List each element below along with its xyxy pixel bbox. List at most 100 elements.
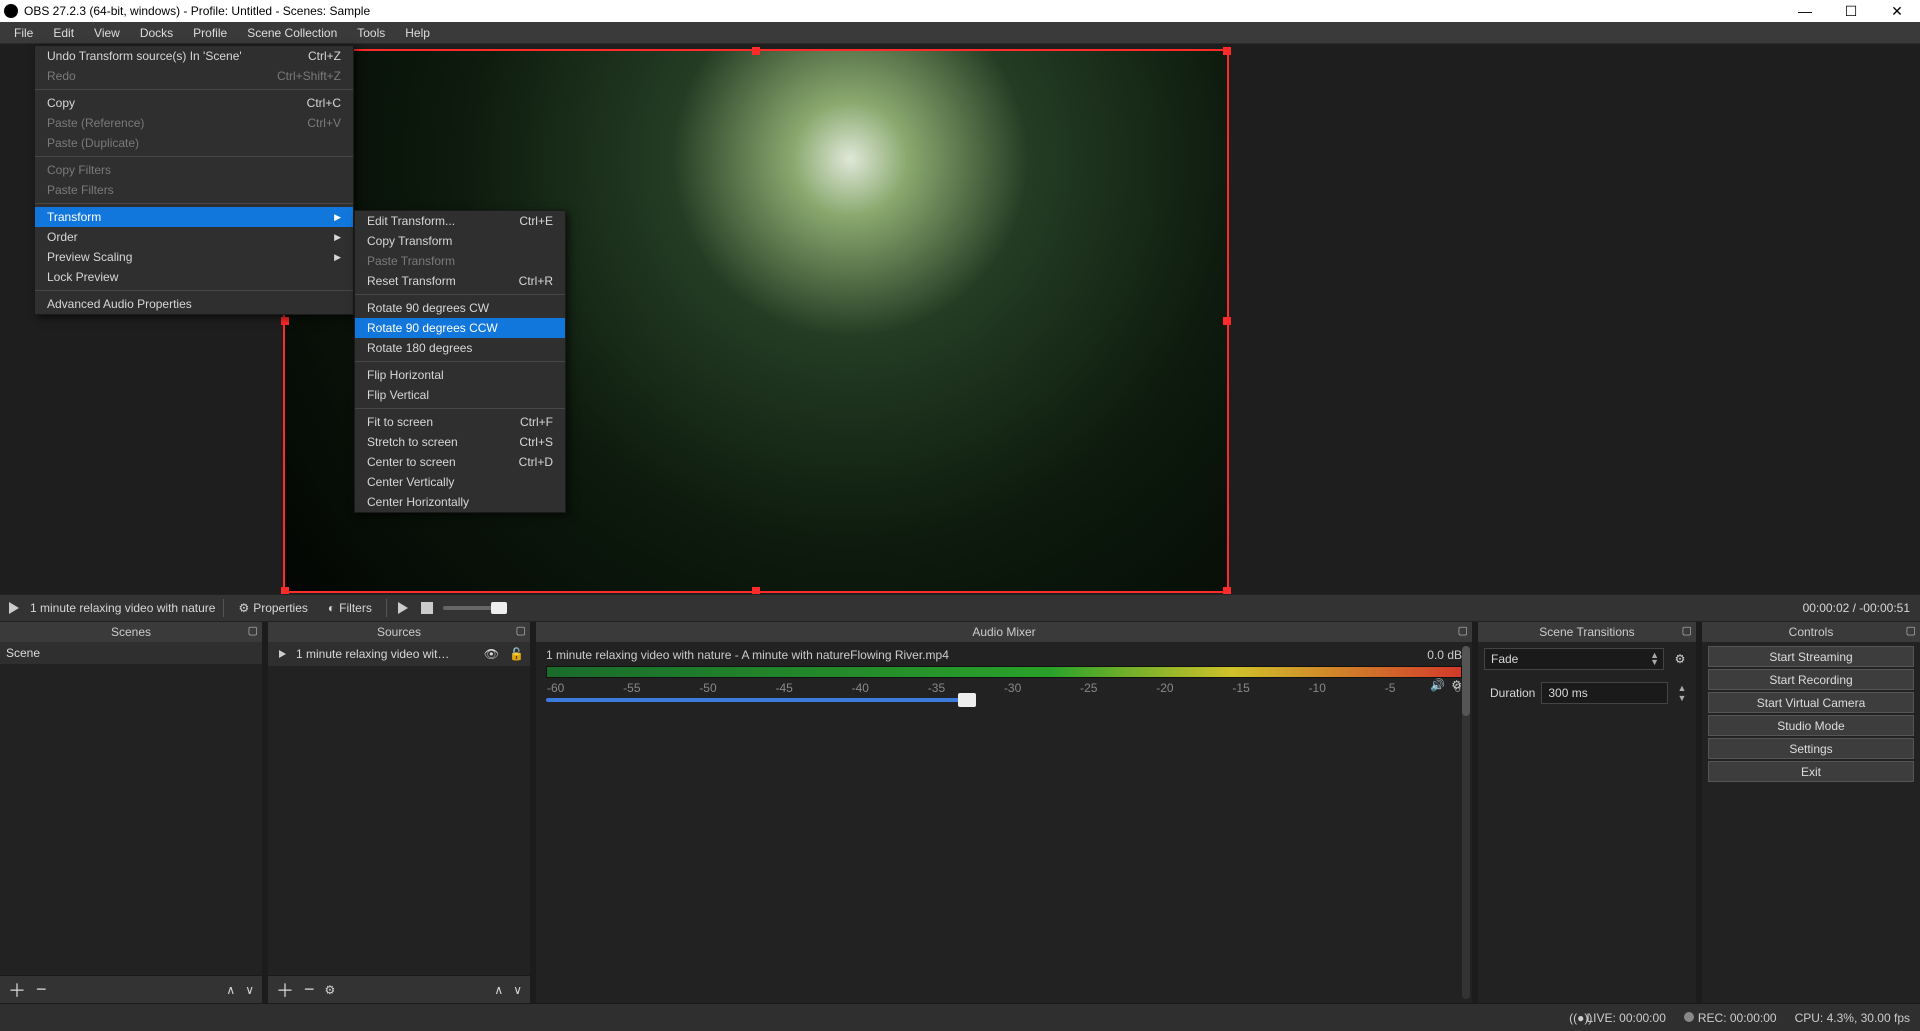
- remove-scene-button[interactable]: −: [36, 979, 47, 1000]
- volume-slider[interactable]: [546, 698, 976, 702]
- menu-copy-shortcut: Ctrl+C: [267, 96, 341, 110]
- media-stop-button[interactable]: [419, 600, 435, 616]
- start-virtual-camera-button[interactable]: Start Virtual Camera: [1708, 692, 1914, 713]
- mixer-settings-icon[interactable]: ⚙: [1451, 678, 1462, 692]
- lock-toggle-icon[interactable]: 🔓: [509, 647, 524, 661]
- menu-lock-preview[interactable]: Lock Preview: [35, 267, 353, 287]
- filters-button[interactable]: ◐ Filters: [322, 599, 378, 617]
- menu-flip-vertical[interactable]: Flip Vertical: [355, 385, 565, 405]
- resize-handle-n[interactable]: [752, 47, 760, 55]
- menu-reset-transform[interactable]: Reset Transform Ctrl+R: [355, 271, 565, 291]
- maximize-button[interactable]: ☐: [1828, 0, 1874, 22]
- resize-handle-w[interactable]: [281, 317, 289, 325]
- scene-item[interactable]: Scene: [0, 642, 262, 664]
- settings-button[interactable]: Settings: [1708, 738, 1914, 759]
- menu-tools[interactable]: Tools: [347, 23, 395, 43]
- visibility-toggle-icon[interactable]: 👁: [484, 647, 499, 661]
- menu-rotate-180-label: Rotate 180 degrees: [367, 341, 472, 355]
- menu-preview-scaling[interactable]: Preview Scaling ▶: [35, 247, 353, 267]
- source-properties-button[interactable]: ⚙: [325, 983, 336, 997]
- duration-down-button[interactable]: ▼: [1674, 693, 1690, 703]
- popout-icon[interactable]: ▢: [1458, 624, 1468, 637]
- menu-help[interactable]: Help: [395, 23, 440, 43]
- start-streaming-button[interactable]: Start Streaming: [1708, 646, 1914, 667]
- move-scene-up-button[interactable]: ∧: [226, 983, 235, 997]
- popout-icon[interactable]: ▢: [1682, 624, 1692, 637]
- menu-docks[interactable]: Docks: [130, 23, 183, 43]
- menu-scene-collection[interactable]: Scene Collection: [237, 23, 347, 43]
- menu-paste-filters-label: Paste Filters: [47, 183, 114, 197]
- popout-icon[interactable]: ▢: [1906, 624, 1916, 637]
- mixer-scrollbar[interactable]: [1462, 646, 1470, 999]
- menu-order[interactable]: Order ▶: [35, 227, 353, 247]
- menu-rotate-cw-label: Rotate 90 degrees CW: [367, 301, 489, 315]
- move-source-up-button[interactable]: ∧: [494, 983, 503, 997]
- menu-center-vertically[interactable]: Center Vertically: [355, 472, 565, 492]
- menu-paste-filters: Paste Filters: [35, 180, 353, 200]
- transitions-title: Scene Transitions: [1539, 625, 1634, 639]
- speaker-icon[interactable]: 🔊: [1430, 678, 1445, 692]
- menu-reset-transform-label: Reset Transform: [367, 274, 456, 288]
- audio-mixer-title: Audio Mixer: [972, 625, 1035, 639]
- duration-input[interactable]: 300 ms: [1541, 682, 1668, 704]
- exit-button[interactable]: Exit: [1708, 761, 1914, 782]
- menu-stretch-screen[interactable]: Stretch to screen Ctrl+S: [355, 432, 565, 452]
- menu-view[interactable]: View: [84, 23, 130, 43]
- menu-edit-transform-label: Edit Transform...: [367, 214, 455, 228]
- menu-advanced-audio[interactable]: Advanced Audio Properties: [35, 294, 353, 314]
- properties-button[interactable]: ⚙ Properties: [232, 599, 313, 617]
- menu-profile[interactable]: Profile: [183, 23, 237, 43]
- resize-handle-ne[interactable]: [1223, 47, 1231, 55]
- selected-source-label: 1 minute relaxing video with nature: [30, 601, 215, 615]
- media-play-button[interactable]: [395, 600, 411, 616]
- resize-handle-e[interactable]: [1223, 317, 1231, 325]
- menu-preview-scaling-label: Preview Scaling: [47, 250, 132, 264]
- close-button[interactable]: ✕: [1874, 0, 1920, 22]
- menu-copy-filters: Copy Filters: [35, 160, 353, 180]
- menu-copy[interactable]: Copy Ctrl+C: [35, 93, 353, 113]
- add-source-button[interactable]: ＋: [276, 977, 294, 1003]
- move-source-down-button[interactable]: ∨: [513, 983, 522, 997]
- filter-icon: ◐: [328, 601, 335, 615]
- remove-source-button[interactable]: −: [304, 979, 315, 1000]
- menu-separator: [355, 361, 565, 362]
- duration-up-button[interactable]: ▲: [1674, 683, 1690, 693]
- add-scene-button[interactable]: ＋: [8, 977, 26, 1003]
- record-dot-icon: [1684, 1012, 1694, 1022]
- move-scene-down-button[interactable]: ∨: [245, 983, 254, 997]
- media-seek-slider[interactable]: [443, 606, 503, 610]
- scenes-list[interactable]: Scene: [0, 642, 262, 975]
- menu-edit[interactable]: Edit: [43, 23, 84, 43]
- menu-edit-transform[interactable]: Edit Transform... Ctrl+E: [355, 211, 565, 231]
- minimize-button[interactable]: —: [1782, 0, 1828, 22]
- menu-flip-horizontal[interactable]: Flip Horizontal: [355, 365, 565, 385]
- transition-settings-button[interactable]: ⚙: [1670, 649, 1690, 669]
- menu-undo[interactable]: Undo Transform source(s) In 'Scene' Ctrl…: [35, 46, 353, 66]
- menu-transform[interactable]: Transform ▶: [35, 207, 353, 227]
- menu-fit-screen[interactable]: Fit to screen Ctrl+F: [355, 412, 565, 432]
- menu-center-h-label: Center Horizontally: [367, 495, 469, 509]
- menu-separator: [35, 89, 353, 90]
- menu-center-horizontally[interactable]: Center Horizontally: [355, 492, 565, 512]
- transition-select[interactable]: Fade ▲▼: [1484, 648, 1664, 670]
- popout-icon[interactable]: ▢: [516, 624, 526, 637]
- studio-mode-button[interactable]: Studio Mode: [1708, 715, 1914, 736]
- start-recording-button[interactable]: Start Recording: [1708, 669, 1914, 690]
- menu-rotate-180[interactable]: Rotate 180 degrees: [355, 338, 565, 358]
- menu-center-screen[interactable]: Center to screen Ctrl+D: [355, 452, 565, 472]
- sources-list[interactable]: 1 minute relaxing video with nature - A …: [268, 642, 530, 975]
- popout-icon[interactable]: ▢: [248, 624, 258, 637]
- menu-reset-transform-shortcut: Ctrl+R: [479, 274, 553, 288]
- menu-copy-transform[interactable]: Copy Transform: [355, 231, 565, 251]
- play-icon: [6, 600, 22, 616]
- source-item[interactable]: 1 minute relaxing video with nature - A …: [268, 642, 530, 666]
- menu-rotate-ccw[interactable]: Rotate 90 degrees CCW: [355, 318, 565, 338]
- menu-rotate-cw[interactable]: Rotate 90 degrees CW: [355, 298, 565, 318]
- menu-paste-ref-label: Paste (Reference): [47, 116, 144, 130]
- edit-dropdown: Undo Transform source(s) In 'Scene' Ctrl…: [34, 45, 354, 315]
- menu-file[interactable]: File: [4, 23, 43, 43]
- meter-ticks: -60-55-50-45-40-35-30-25-20-15-10-50: [547, 681, 1461, 695]
- controls-header: Controls ▢: [1702, 622, 1920, 642]
- obs-logo-icon: [4, 4, 18, 18]
- menubar: File Edit View Docks Profile Scene Colle…: [0, 22, 1920, 44]
